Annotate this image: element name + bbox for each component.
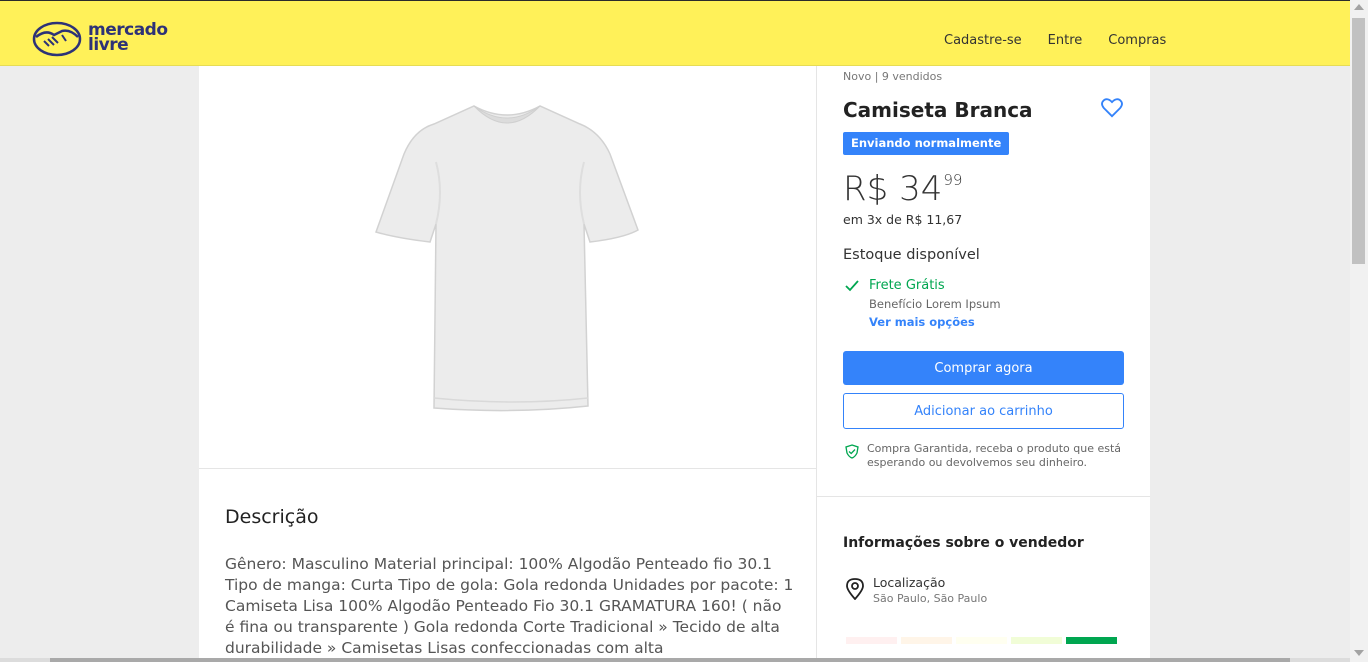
handshake-icon xyxy=(32,21,82,57)
description-body: Gênero: Masculino Material principal: 10… xyxy=(225,555,794,657)
nav-compras[interactable]: Compras xyxy=(1108,33,1166,48)
more-shipping-options-link[interactable]: Ver mais opções xyxy=(869,315,975,329)
horizontal-scrollbar-thumb[interactable] xyxy=(50,658,1290,662)
buy-box: Novo | 9 vendidos Camiseta Branca Envian… xyxy=(817,66,1150,497)
check-icon xyxy=(845,280,859,292)
header-nav: Cadastre-se Entre Compras xyxy=(944,33,1192,48)
mercado-livre-logo[interactable]: mercado livre xyxy=(32,19,168,57)
free-shipping-title: Frete Grátis xyxy=(869,278,945,293)
installments-text: em 3x de R$ 11,67 xyxy=(843,212,963,227)
map-pin-icon xyxy=(846,578,864,600)
reputation-thermometer xyxy=(846,637,1117,644)
reputation-level-5 xyxy=(1066,637,1117,644)
free-shipping-subtitle: Benefício Lorem Ipsum xyxy=(869,297,1001,311)
logo-text-line2: livre xyxy=(88,35,129,55)
top-header: mercado livre Cadastre-se Entre Compras xyxy=(0,0,1350,66)
scrollbar-thumb[interactable] xyxy=(1352,18,1365,264)
scroll-up-arrow[interactable] xyxy=(1354,4,1364,10)
add-to-cart-button[interactable]: Adicionar ao carrinho xyxy=(843,393,1124,429)
buy-now-button[interactable]: Comprar agora xyxy=(843,351,1124,385)
reputation-level-4 xyxy=(1011,637,1062,644)
reputation-level-3 xyxy=(956,637,1007,644)
shield-check-icon xyxy=(845,444,859,459)
condition-sold-count: Novo | 9 vendidos xyxy=(843,70,943,83)
location-value: São Paulo, São Paulo xyxy=(873,592,988,605)
product-gallery xyxy=(199,66,816,469)
nav-entre[interactable]: Entre xyxy=(1048,33,1083,48)
product-page: Descrição Gênero: Masculino Material pri… xyxy=(199,66,1150,662)
shipping-status-badge: Enviando normalmente xyxy=(843,132,1010,155)
stock-status: Estoque disponível xyxy=(843,247,980,263)
product-price: R$ 3499 xyxy=(843,169,962,209)
reputation-level-2 xyxy=(901,637,952,644)
description-title: Descrição xyxy=(225,506,319,528)
reputation-level-1 xyxy=(846,637,897,644)
product-left-column: Descrição Gênero: Masculino Material pri… xyxy=(199,66,817,662)
product-title: Camiseta Branca xyxy=(843,98,1033,122)
scroll-down-arrow[interactable] xyxy=(1354,650,1364,656)
purchase-guarantee-text: Compra Garantida, receba o produto que e… xyxy=(867,442,1122,469)
price-cents: 99 xyxy=(943,171,963,189)
price-main: R$ 34 xyxy=(843,169,943,209)
product-right-column: Novo | 9 vendidos Camiseta Branca Envian… xyxy=(817,66,1150,662)
heart-icon[interactable] xyxy=(1101,98,1123,118)
seller-info-title: Informações sobre o vendedor xyxy=(843,535,1084,551)
location-label: Localização xyxy=(873,575,946,590)
nav-cadastre-se[interactable]: Cadastre-se xyxy=(944,33,1022,48)
product-image-tshirt[interactable] xyxy=(374,102,640,412)
